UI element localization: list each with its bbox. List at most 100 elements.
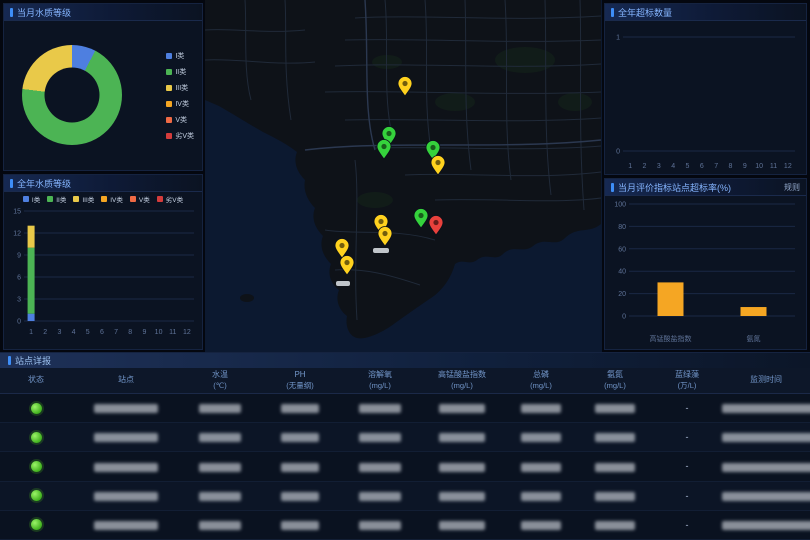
svg-text:3: 3 [657, 163, 661, 170]
algae-value: - [652, 432, 722, 442]
status-indicator [31, 403, 42, 414]
legend-label: V类 [175, 115, 187, 125]
redacted-value [199, 521, 241, 530]
rule-link[interactable]: 规则 [784, 182, 800, 193]
svg-text:10: 10 [155, 329, 163, 336]
table-row[interactable]: - [0, 511, 810, 540]
redacted-value [199, 404, 241, 413]
svg-text:12: 12 [183, 329, 191, 336]
legend-label: I类 [32, 194, 40, 204]
redacted-timestamp [722, 463, 810, 472]
legend-item[interactable]: II类 [47, 194, 66, 204]
redacted-value [521, 404, 561, 413]
panel-title-icon [10, 179, 13, 188]
legend-swatch [166, 101, 172, 107]
panel-header: 当月水质等级 [4, 4, 202, 21]
svg-text:20: 20 [618, 291, 626, 298]
table-row[interactable]: - [0, 482, 810, 511]
legend-swatch [166, 133, 172, 139]
svg-text:4: 4 [671, 163, 675, 170]
algae-value: - [652, 491, 722, 501]
legend-swatch [47, 196, 53, 202]
legend-label: 劣V类 [175, 131, 194, 141]
svg-text:12: 12 [13, 231, 21, 238]
legend-swatch [130, 196, 136, 202]
redacted-value [281, 521, 319, 530]
svg-text:5: 5 [86, 329, 90, 336]
redacted-timestamp [722, 492, 810, 501]
redacted-value [521, 463, 561, 472]
legend-item[interactable]: 劣V类 [157, 194, 183, 204]
svg-text:11: 11 [770, 163, 777, 170]
legend-item[interactable]: II类 [166, 67, 194, 77]
legend-item[interactable]: IV类 [101, 194, 123, 204]
svg-text:0: 0 [17, 319, 21, 326]
redacted-value [281, 404, 319, 413]
legend-label: II类 [175, 67, 186, 77]
exceed-chart: 01123456789101112 [605, 21, 804, 171]
svg-text:4: 4 [72, 329, 76, 336]
redacted-value [199, 433, 241, 442]
svg-text:40: 40 [618, 269, 626, 276]
status-indicator [31, 461, 42, 472]
svg-text:8: 8 [729, 163, 733, 170]
table-row[interactable]: - [0, 452, 810, 481]
city-map [205, 0, 602, 352]
panel-title-icon [8, 356, 11, 365]
column-header: 蓝绿藻(万/L) [652, 370, 722, 390]
svg-text:8: 8 [128, 329, 132, 336]
table-title-bar: 站点详报 [0, 353, 810, 368]
redacted-station-name [94, 433, 158, 442]
panel-monthly-water-grade: 当月水质等级 I类 II类 III类 IV类 V类劣V类 [3, 3, 203, 171]
legend-swatch [157, 196, 163, 202]
svg-text:0: 0 [616, 149, 620, 156]
redacted-value [359, 521, 401, 530]
svg-text:3: 3 [17, 297, 21, 304]
svg-text:氨氮: 氨氮 [747, 334, 761, 343]
svg-text:10: 10 [755, 163, 763, 170]
redacted-value [359, 404, 401, 413]
svg-text:3: 3 [57, 329, 61, 336]
legend-item[interactable]: III类 [166, 83, 194, 93]
legend-item[interactable]: 劣V类 [166, 131, 194, 141]
table-row[interactable]: - [0, 423, 810, 452]
station-report-panel: 站点详报 状态站点水温(℃)PH(无量纲)溶解氧(mg/L)高锰酸盐指数(mg/… [0, 352, 810, 540]
legend-item[interactable]: IV类 [166, 99, 194, 109]
legend-label: IV类 [110, 194, 123, 204]
panel-monthly-exceed-rate: 当月评价指标站点超标率(%) 规则 020406080100高锰酸盐指数氨氮 [604, 178, 807, 350]
svg-text:15: 15 [13, 209, 21, 216]
redacted-value [281, 492, 319, 501]
redacted-value [521, 521, 561, 530]
redacted-value [199, 463, 241, 472]
table-title: 站点详报 [15, 354, 51, 367]
year-legend: I类 II类 III类 IV类 V类劣V类 [4, 192, 202, 205]
column-header: 高锰酸盐指数(mg/L) [420, 370, 504, 390]
legend-item[interactable]: I类 [166, 51, 194, 61]
legend-label: V类 [139, 194, 150, 204]
map-container[interactable] [205, 0, 602, 352]
redacted-timestamp [722, 433, 810, 442]
algae-value: - [652, 461, 722, 471]
column-header: 总磷(mg/L) [504, 370, 578, 390]
column-header: 氨氮(mg/L) [578, 370, 652, 390]
table-row[interactable]: - [0, 394, 810, 423]
legend-item[interactable]: III类 [73, 194, 94, 204]
donut-legend: I类 II类 III类 IV类 V类劣V类 [166, 51, 194, 141]
legend-item[interactable]: I类 [23, 194, 40, 204]
column-header: 监测时间 [722, 375, 810, 385]
svg-text:1: 1 [616, 35, 620, 42]
panel-title: 全年水质等级 [17, 177, 71, 190]
svg-text:100: 100 [614, 202, 626, 209]
svg-text:6: 6 [700, 163, 704, 170]
legend-label: II类 [56, 194, 66, 204]
algae-value: - [652, 520, 722, 530]
panel-header: 全年水质等级 [4, 175, 202, 192]
panel-title-icon [611, 8, 614, 17]
redacted-value [359, 463, 401, 472]
redacted-station-name [94, 521, 158, 530]
svg-text:2: 2 [643, 163, 647, 170]
legend-item[interactable]: V类 [130, 194, 150, 204]
legend-item[interactable]: V类 [166, 115, 194, 125]
donut-chart [22, 45, 122, 145]
status-indicator [31, 519, 42, 530]
